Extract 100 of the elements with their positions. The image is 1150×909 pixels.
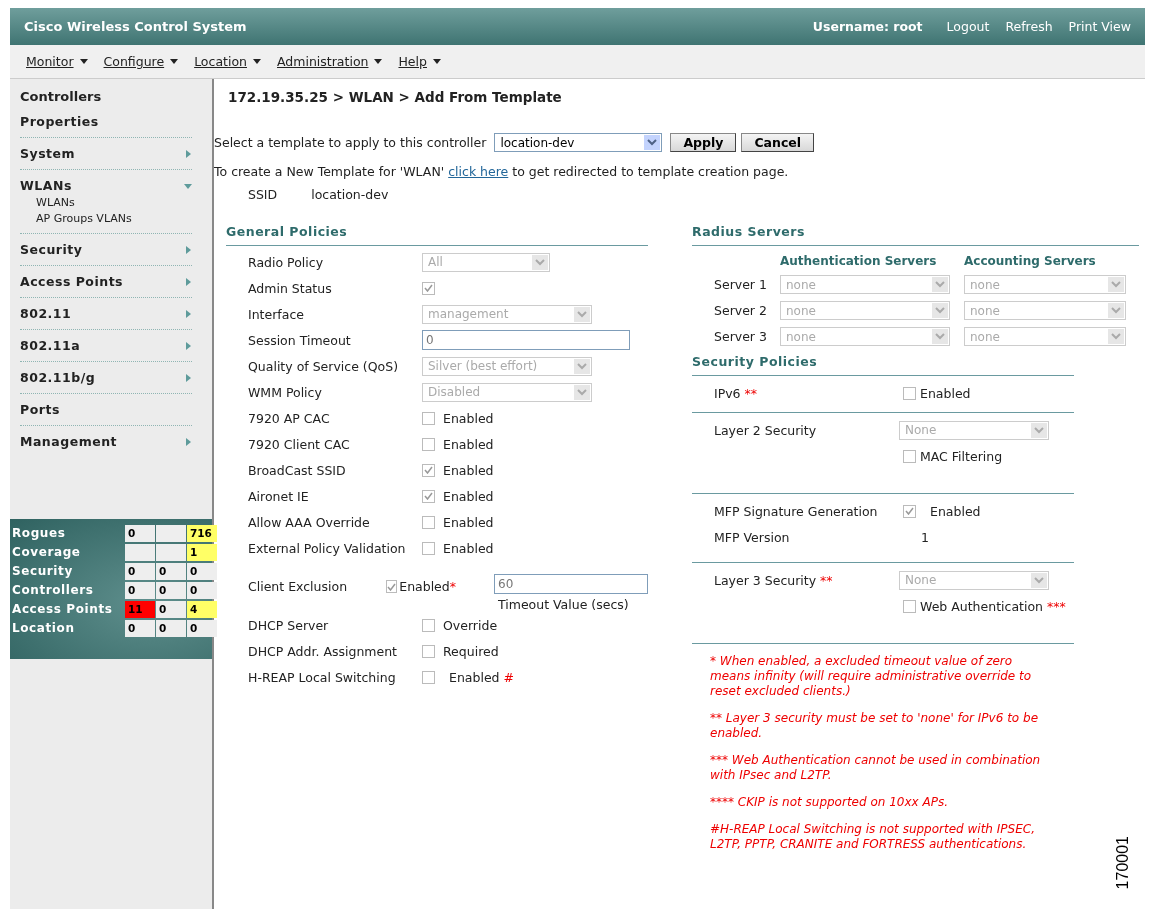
click-here-link[interactable]: click here <box>448 164 509 179</box>
checkbox-label: Override <box>443 617 498 633</box>
sidebar-item[interactable]: Properties <box>20 114 99 129</box>
checkbox-label: Web Authentication *** <box>920 598 1066 614</box>
checkbox-label: Enabled <box>443 514 494 530</box>
field-label: Quality of Service (QoS) <box>248 358 399 374</box>
checkbox[interactable] <box>422 670 435 684</box>
alarm-count[interactable] <box>156 525 186 542</box>
alarm-count[interactable]: 0 <box>187 582 217 599</box>
alarm-count[interactable]: 1 <box>187 544 217 561</box>
sidebar-item[interactable]: Management <box>20 434 117 449</box>
alarm-label: Rogues <box>12 525 67 542</box>
sidebar-item[interactable]: 802.11b/g <box>20 370 96 385</box>
alarm-count[interactable]: 0 <box>156 563 186 580</box>
checkbox-label: Enabled <box>443 436 494 452</box>
alarm-count[interactable] <box>156 544 186 561</box>
template-label: Select a template to apply to this controller <box>214 135 487 150</box>
alarm-count[interactable]: 11 <box>125 601 155 618</box>
timeout-field[interactable]: 60 <box>494 574 648 594</box>
header-link[interactable]: Refresh <box>1005 19 1053 34</box>
field-value: 1 <box>921 529 929 545</box>
header-link[interactable]: Print View <box>1068 19 1131 34</box>
footnote: **** CKIP is not supported on 10xx APs. <box>710 795 949 810</box>
footnote: * When enabled, a excluded timeout value of zero means infinity (will require administrative override to reset excluded clients.) <box>710 654 1033 699</box>
field-label: 7920 AP CAC <box>248 410 331 426</box>
checkbox-label: Enabled* <box>399 579 456 594</box>
sidebar-item[interactable]: 802.11 <box>20 306 72 321</box>
checkbox-label: Enabled <box>930 503 981 519</box>
caret-down-icon <box>253 59 261 64</box>
sidebar-item[interactable]: WLANs <box>20 178 72 193</box>
menu-item[interactable]: Location <box>194 54 261 69</box>
sidebar-item[interactable]: Access Points <box>20 274 124 289</box>
sidebar-item[interactable]: System <box>20 146 76 161</box>
checkbox[interactable] <box>422 541 435 555</box>
alarm-count[interactable]: 0 <box>156 582 186 599</box>
checkbox[interactable] <box>422 644 435 658</box>
chevron-down-icon <box>574 384 590 400</box>
app-title: Cisco Wireless Control System <box>24 19 248 34</box>
figure-number: 170001 <box>1115 835 1131 889</box>
checkbox[interactable] <box>386 580 398 593</box>
sidebar-item[interactable]: 802.11a <box>20 338 81 353</box>
field-label: Aironet IE <box>248 488 310 504</box>
checkbox-label: Enabled <box>443 462 494 478</box>
checkbox-label: MAC Filtering <box>920 448 1003 464</box>
chevron-down-icon <box>932 303 948 318</box>
alarm-count[interactable] <box>125 544 155 561</box>
sidebar-item[interactable]: Security <box>20 242 83 257</box>
checkbox-label: Enabled <box>443 410 494 426</box>
chevron-down-icon <box>574 358 590 374</box>
alarm-count[interactable]: 716 <box>187 525 217 542</box>
field-label: Admin Status <box>248 280 333 296</box>
action-button[interactable]: Cancel <box>741 133 815 152</box>
checkbox[interactable] <box>422 411 435 425</box>
caret-down-icon <box>432 59 441 64</box>
template-dropdown[interactable]: location-dev <box>494 133 663 152</box>
server-label: Server 1 <box>713 277 768 292</box>
field-label: External Policy Validation <box>248 540 407 556</box>
field-label: H-REAP Local Switching <box>248 669 397 685</box>
checkbox[interactable] <box>422 515 435 529</box>
chevron-down-icon <box>1108 329 1124 344</box>
alarm-count[interactable]: 0 <box>125 563 155 580</box>
sidebar-title: Controllers <box>20 88 103 106</box>
checkbox[interactable] <box>903 599 916 613</box>
section-title: General Policies <box>226 224 648 246</box>
field-label: Allow AAA Override <box>248 514 371 530</box>
alarm-count[interactable]: 0 <box>125 620 155 637</box>
checkbox[interactable] <box>903 449 916 463</box>
alarm-count[interactable]: 0 <box>156 620 186 637</box>
text-field[interactable]: 0 <box>422 330 630 350</box>
alarm-count[interactable]: 0 <box>125 582 155 599</box>
action-button[interactable]: Apply <box>670 133 737 152</box>
menu-item[interactable]: Administration <box>277 54 383 69</box>
alarm-count[interactable]: 4 <box>187 601 217 618</box>
alarm-label: Security <box>12 563 74 580</box>
field-label: Radio Policy <box>248 254 325 270</box>
chevron-down-icon <box>1108 303 1124 318</box>
alarm-count[interactable]: 0 <box>125 525 155 542</box>
checkbox[interactable] <box>422 281 435 295</box>
checkbox[interactable] <box>422 618 435 632</box>
checkbox[interactable] <box>422 489 435 503</box>
sidebar-item[interactable]: Ports <box>20 402 60 417</box>
sidebar-subitem[interactable]: AP Groups VLANs <box>20 209 192 225</box>
checkbox[interactable] <box>422 463 435 477</box>
alarm-count[interactable]: 0 <box>187 620 217 637</box>
menu-item[interactable]: Help <box>398 54 441 69</box>
footnote: #H-REAP Local Switching is not supported with IPSEC, L2TP, PPTP, CRANITE and FORTRESS authentications. <box>710 822 1036 852</box>
alarm-count[interactable]: 0 <box>156 601 186 618</box>
checkbox[interactable] <box>903 386 916 400</box>
timeout-caption: Timeout Value (secs) <box>497 596 630 612</box>
checkbox[interactable] <box>903 504 916 518</box>
caret-down-icon <box>374 59 383 64</box>
checkbox[interactable] <box>422 437 435 451</box>
menu-item[interactable]: Monitor <box>26 54 88 69</box>
sidebar-subitem[interactable]: WLANs <box>20 193 192 209</box>
menu-item[interactable]: Configure <box>103 54 179 69</box>
checkmark-icon <box>424 466 433 474</box>
template-note: To create a New Template for 'WLAN' click here to get redirected to template creation page. <box>214 164 790 179</box>
header-link[interactable]: Logout <box>946 19 990 34</box>
chevron-down-icon <box>1031 422 1047 438</box>
alarm-count[interactable]: 0 <box>187 563 217 580</box>
